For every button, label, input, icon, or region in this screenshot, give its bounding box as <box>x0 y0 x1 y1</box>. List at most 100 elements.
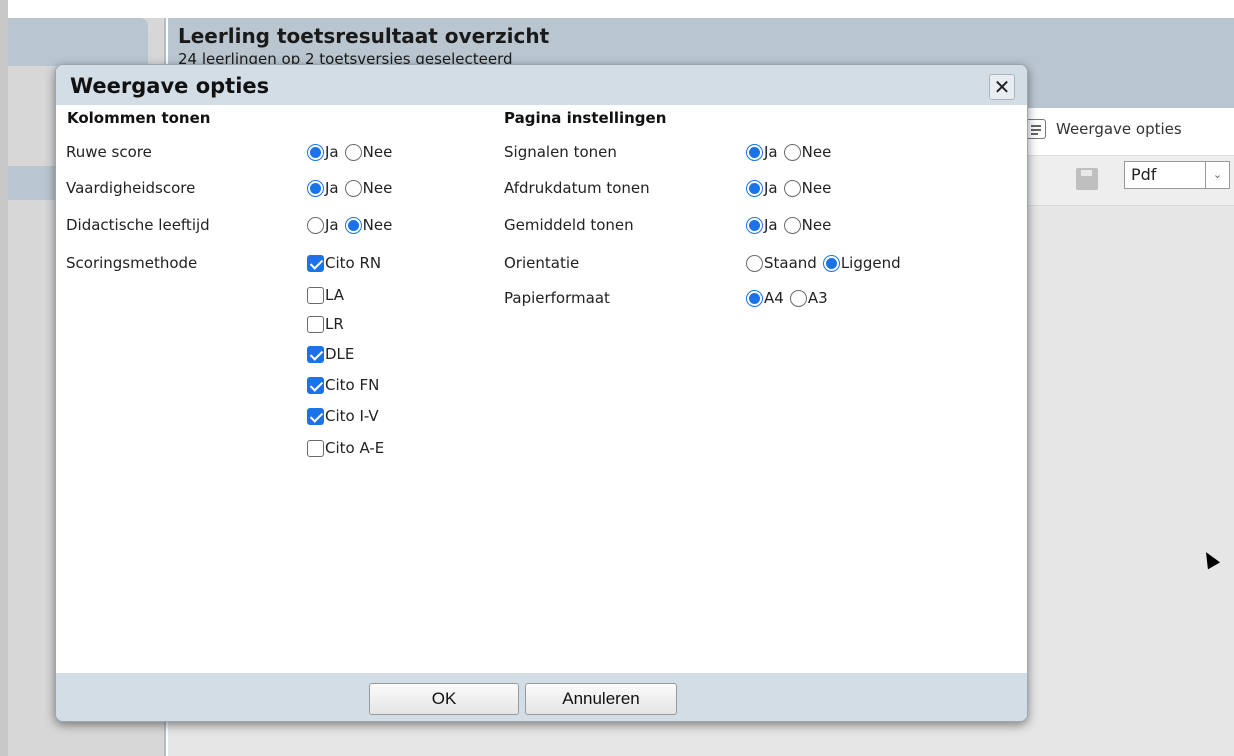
window-edge <box>0 0 8 756</box>
chevron-down-icon: ⌄ <box>1205 162 1229 188</box>
print-date-ja-option[interactable]: Ja <box>746 179 778 197</box>
dle-label: DLE <box>325 345 355 363</box>
skill-score-ja-label: Ja <box>325 179 339 197</box>
scoring-method-label: Scoringsmethode <box>66 254 198 272</box>
orientation-landscape-option[interactable]: Liggend <box>822 254 901 272</box>
skill-score-nee-radio[interactable] <box>344 179 362 197</box>
skill-score-options: Ja Nee <box>307 179 392 197</box>
skill-score-nee-label: Nee <box>362 179 393 197</box>
orientation-portrait-radio[interactable] <box>746 254 763 272</box>
page-settings-heading: Pagina instellingen <box>504 109 667 127</box>
raw-score-nee-radio[interactable] <box>344 143 362 161</box>
display-options-dialog: Weergave opties ✕ Kolommen tonen Ruwe sc… <box>55 64 1028 722</box>
paper-a4-option[interactable]: A4 <box>746 289 784 307</box>
scoring-cito-a-e[interactable]: Cito A-E <box>307 439 384 457</box>
cito-fn-checkbox[interactable] <box>307 376 324 394</box>
paper-a3-label: A3 <box>807 289 828 307</box>
options-list-icon <box>1026 119 1046 139</box>
signals-options: Ja Nee <box>746 143 831 161</box>
didactic-age-nee-label: Nee <box>362 216 393 234</box>
dialog-header: Weergave opties ✕ <box>56 65 1027 105</box>
didactic-age-options: Ja Nee <box>307 216 392 234</box>
raw-score-nee-label: Nee <box>362 143 393 161</box>
dialog-title: Weergave opties <box>70 74 270 98</box>
didactic-age-nee-option[interactable]: Nee <box>344 216 393 234</box>
la-checkbox[interactable] <box>307 286 324 304</box>
export-format-select[interactable]: Pdf ⌄ <box>1124 161 1230 189</box>
average-label: Gemiddeld tonen <box>504 216 634 234</box>
dle-checkbox[interactable] <box>307 345 324 363</box>
print-date-ja-label: Ja <box>764 179 778 197</box>
close-icon[interactable]: ✕ <box>989 74 1015 100</box>
orientation-landscape-radio[interactable] <box>822 254 840 272</box>
orientation-label: Orientatie <box>504 254 580 272</box>
cito-i-v-label: Cito I-V <box>325 407 379 425</box>
signals-ja-radio[interactable] <box>746 143 763 161</box>
orientation-landscape-label: Liggend <box>840 254 901 272</box>
paper-size-options: A4 A3 <box>746 289 828 307</box>
paper-a4-radio[interactable] <box>746 289 763 307</box>
paper-a3-option[interactable]: A3 <box>789 289 828 307</box>
average-nee-option[interactable]: Nee <box>783 216 832 234</box>
didactic-age-ja-radio[interactable] <box>307 216 324 234</box>
cito-fn-label: Cito FN <box>325 376 380 394</box>
raw-score-ja-label: Ja <box>325 143 339 161</box>
print-date-options: Ja Nee <box>746 179 831 197</box>
average-ja-label: Ja <box>764 216 778 234</box>
columns-section-heading: Kolommen tonen <box>67 109 211 127</box>
average-ja-radio[interactable] <box>746 216 763 234</box>
cito-i-v-checkbox[interactable] <box>307 407 324 425</box>
dialog-footer: OK Annuleren <box>56 673 1027 721</box>
lr-checkbox[interactable] <box>307 315 324 333</box>
raw-score-nee-option[interactable]: Nee <box>344 143 393 161</box>
paper-a3-radio[interactable] <box>789 289 807 307</box>
orientation-portrait-label: Staand <box>764 254 817 272</box>
skill-score-ja-option[interactable]: Ja <box>307 179 339 197</box>
scoring-dle[interactable]: DLE <box>307 345 354 363</box>
scoring-cito-i-v[interactable]: Cito I-V <box>307 407 379 425</box>
display-options-label: Weergave opties <box>1056 120 1182 138</box>
didactic-age-label: Didactische leeftijd <box>66 216 210 234</box>
average-nee-label: Nee <box>801 216 832 234</box>
signals-nee-option[interactable]: Nee <box>783 143 832 161</box>
ok-button[interactable]: OK <box>369 683 519 715</box>
orientation-options: Staand Liggend <box>746 254 901 272</box>
cito-a-e-label: Cito A-E <box>325 439 385 457</box>
raw-score-ja-radio[interactable] <box>307 143 324 161</box>
la-label: LA <box>325 286 344 304</box>
print-date-ja-radio[interactable] <box>746 179 763 197</box>
raw-score-ja-option[interactable]: Ja <box>307 143 339 161</box>
save-icon[interactable] <box>1076 168 1098 190</box>
signals-nee-label: Nee <box>801 143 832 161</box>
cancel-button[interactable]: Annuleren <box>525 683 677 715</box>
signals-nee-radio[interactable] <box>783 143 801 161</box>
signals-ja-option[interactable]: Ja <box>746 143 778 161</box>
skill-score-ja-radio[interactable] <box>307 179 324 197</box>
average-ja-option[interactable]: Ja <box>746 216 778 234</box>
print-date-label: Afdrukdatum tonen <box>504 179 650 197</box>
signals-label: Signalen tonen <box>504 143 617 161</box>
cito-rn-checkbox[interactable] <box>307 254 324 272</box>
skill-score-label: Vaardigheidscore <box>66 179 196 197</box>
scoring-cito-rn[interactable]: Cito RN <box>307 254 381 272</box>
skill-score-nee-option[interactable]: Nee <box>344 179 393 197</box>
orientation-portrait-option[interactable]: Staand <box>746 254 817 272</box>
dialog-body: Kolommen tonen Ruwe score Ja Nee Vaardig… <box>56 105 1027 673</box>
display-options-button[interactable]: Weergave opties <box>1026 119 1182 139</box>
scoring-cito-fn[interactable]: Cito FN <box>307 376 379 394</box>
scoring-lr[interactable]: LR <box>307 315 344 333</box>
average-options: Ja Nee <box>746 216 831 234</box>
print-date-nee-label: Nee <box>801 179 832 197</box>
scoring-la[interactable]: LA <box>307 286 344 304</box>
average-nee-radio[interactable] <box>783 216 801 234</box>
print-date-nee-radio[interactable] <box>783 179 801 197</box>
didactic-age-nee-radio[interactable] <box>344 216 362 234</box>
raw-score-label: Ruwe score <box>66 143 152 161</box>
cito-a-e-checkbox[interactable] <box>307 439 324 457</box>
sidebar-header <box>8 18 148 66</box>
page-title: Leerling toetsresultaat overzicht <box>178 24 550 48</box>
didactic-age-ja-option[interactable]: Ja <box>307 216 339 234</box>
print-date-nee-option[interactable]: Nee <box>783 179 832 197</box>
lr-label: LR <box>325 315 344 333</box>
raw-score-options: Ja Nee <box>307 143 392 161</box>
